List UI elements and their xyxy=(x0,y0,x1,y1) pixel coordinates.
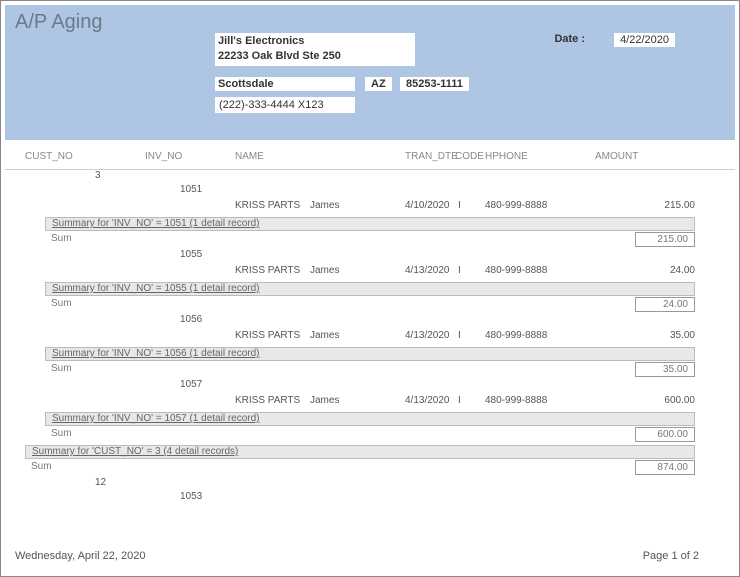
cust-sum-row: Sum 874.00 xyxy=(5,459,735,477)
sum-amount: 874.00 xyxy=(635,460,695,475)
company-address: 22233 Oak Blvd Ste 250 xyxy=(218,49,412,64)
date-value: 4/22/2020 xyxy=(614,33,675,47)
inv-no-value: 1056 xyxy=(180,314,202,325)
detail-first-name: James xyxy=(310,330,339,341)
inv-sum-row: Sum 600.00 xyxy=(5,426,735,444)
sum-label: Sum xyxy=(31,461,52,472)
detail-code: I xyxy=(458,395,461,406)
cust-group-header: 3 xyxy=(5,170,735,184)
inv-group-header: 1051 xyxy=(5,184,735,200)
inv-sum-row: Sum 215.00 xyxy=(5,231,735,249)
sum-label: Sum xyxy=(51,363,72,374)
col-name: NAME xyxy=(235,151,264,162)
detail-tran-date: 4/13/2020 xyxy=(405,265,450,276)
detail-amount: 600.00 xyxy=(664,395,695,406)
inv-summary-bar: Summary for 'INV_NO' = 1057 (1 detail re… xyxy=(45,412,695,426)
sum-amount: 600.00 xyxy=(635,427,695,442)
detail-tran-date: 4/13/2020 xyxy=(405,395,450,406)
detail-first-name: James xyxy=(310,265,339,276)
inv-no-value: 1051 xyxy=(180,184,202,195)
col-cust-no: CUST_NO xyxy=(25,151,73,162)
detail-phone: 480-999-8888 xyxy=(485,330,547,341)
cust-summary-bar: Summary for 'CUST_NO' = 3 (4 detail reco… xyxy=(25,445,695,459)
inv-group-header: 1055 xyxy=(5,249,735,265)
sum-amount: 215.00 xyxy=(635,232,695,247)
inv-no-value: 1053 xyxy=(180,491,202,502)
report-header: A/P Aging Jill's Electronics 22233 Oak B… xyxy=(5,5,735,140)
detail-row: KRISS PARTS James 4/10/2020 I 480-999-88… xyxy=(5,200,735,216)
sum-amount: 35.00 xyxy=(635,362,695,377)
sum-label: Sum xyxy=(51,428,72,439)
company-city: Scottsdale xyxy=(215,77,355,91)
company-state: AZ xyxy=(365,77,392,91)
inv-sum-row: Sum 24.00 xyxy=(5,296,735,314)
detail-amount: 215.00 xyxy=(664,200,695,211)
inv-summary-bar: Summary for 'INV_NO' = 1051 (1 detail re… xyxy=(45,217,695,231)
footer-page: Page 1 of 2 xyxy=(643,550,699,562)
inv-group-header: 1056 xyxy=(5,314,735,330)
inv-no-value: 1055 xyxy=(180,249,202,260)
sum-amount: 24.00 xyxy=(635,297,695,312)
cust-group-header: 12 xyxy=(5,477,735,491)
inv-summary-bar: Summary for 'INV_NO' = 1056 (1 detail re… xyxy=(45,347,695,361)
company-block: Jill's Electronics 22233 Oak Blvd Ste 25… xyxy=(215,33,415,66)
detail-name: KRISS PARTS xyxy=(235,265,300,276)
detail-name: KRISS PARTS xyxy=(235,395,300,406)
sum-label: Sum xyxy=(51,233,72,244)
detail-row: KRISS PARTS James 4/13/2020 I 480-999-88… xyxy=(5,395,735,411)
col-inv-no: INV_NO xyxy=(145,151,182,162)
report-footer: Wednesday, April 22, 2020 Page 1 of 2 xyxy=(1,550,739,570)
footer-date: Wednesday, April 22, 2020 xyxy=(15,550,145,562)
inv-no-value: 1057 xyxy=(180,379,202,390)
detail-phone: 480-999-8888 xyxy=(485,200,547,211)
report-body: 3 1051 KRISS PARTS James 4/10/2020 I 480… xyxy=(5,170,735,507)
report-title: A/P Aging xyxy=(15,11,102,34)
column-header-row: CUST_NO INV_NO NAME TRAN_DTE CODE HPHONE… xyxy=(5,148,735,170)
detail-row: KRISS PARTS James 4/13/2020 I 480-999-88… xyxy=(5,265,735,281)
detail-tran-date: 4/13/2020 xyxy=(405,330,450,341)
date-label: Date : xyxy=(554,33,585,45)
inv-summary-bar: Summary for 'INV_NO' = 1055 (1 detail re… xyxy=(45,282,695,296)
inv-summary-text: Summary for 'INV_NO' = 1056 (1 detail re… xyxy=(52,348,260,359)
col-code: CODE xyxy=(455,151,484,162)
cust-no-value: 12 xyxy=(95,477,106,488)
detail-amount: 35.00 xyxy=(670,330,695,341)
detail-name: KRISS PARTS xyxy=(235,330,300,341)
detail-phone: 480-999-8888 xyxy=(485,265,547,276)
inv-group-header: 1053 xyxy=(5,491,735,507)
detail-phone: 480-999-8888 xyxy=(485,395,547,406)
detail-name: KRISS PARTS xyxy=(235,200,300,211)
report-page: A/P Aging Jill's Electronics 22233 Oak B… xyxy=(0,0,740,577)
col-tran-dte: TRAN_DTE xyxy=(405,151,458,162)
col-hphone: HPHONE xyxy=(485,151,528,162)
detail-code: I xyxy=(458,265,461,276)
inv-group-header: 1057 xyxy=(5,379,735,395)
col-amount: AMOUNT xyxy=(595,151,638,162)
detail-first-name: James xyxy=(310,200,339,211)
detail-code: I xyxy=(458,330,461,341)
inv-summary-text: Summary for 'INV_NO' = 1051 (1 detail re… xyxy=(52,218,260,229)
inv-sum-row: Sum 35.00 xyxy=(5,361,735,379)
detail-first-name: James xyxy=(310,395,339,406)
detail-amount: 24.00 xyxy=(670,265,695,276)
inv-summary-text: Summary for 'INV_NO' = 1057 (1 detail re… xyxy=(52,413,260,424)
company-name: Jill's Electronics xyxy=(218,34,412,49)
inv-summary-text: Summary for 'INV_NO' = 1055 (1 detail re… xyxy=(52,283,260,294)
company-phone: (222)-333-4444 X123 xyxy=(215,97,355,113)
sum-label: Sum xyxy=(51,298,72,309)
detail-row: KRISS PARTS James 4/13/2020 I 480-999-88… xyxy=(5,330,735,346)
cust-summary-text: Summary for 'CUST_NO' = 3 (4 detail reco… xyxy=(32,446,238,457)
detail-code: I xyxy=(458,200,461,211)
cust-no-value: 3 xyxy=(95,170,101,181)
detail-tran-date: 4/10/2020 xyxy=(405,200,450,211)
company-zip: 85253-1111 xyxy=(400,77,469,91)
